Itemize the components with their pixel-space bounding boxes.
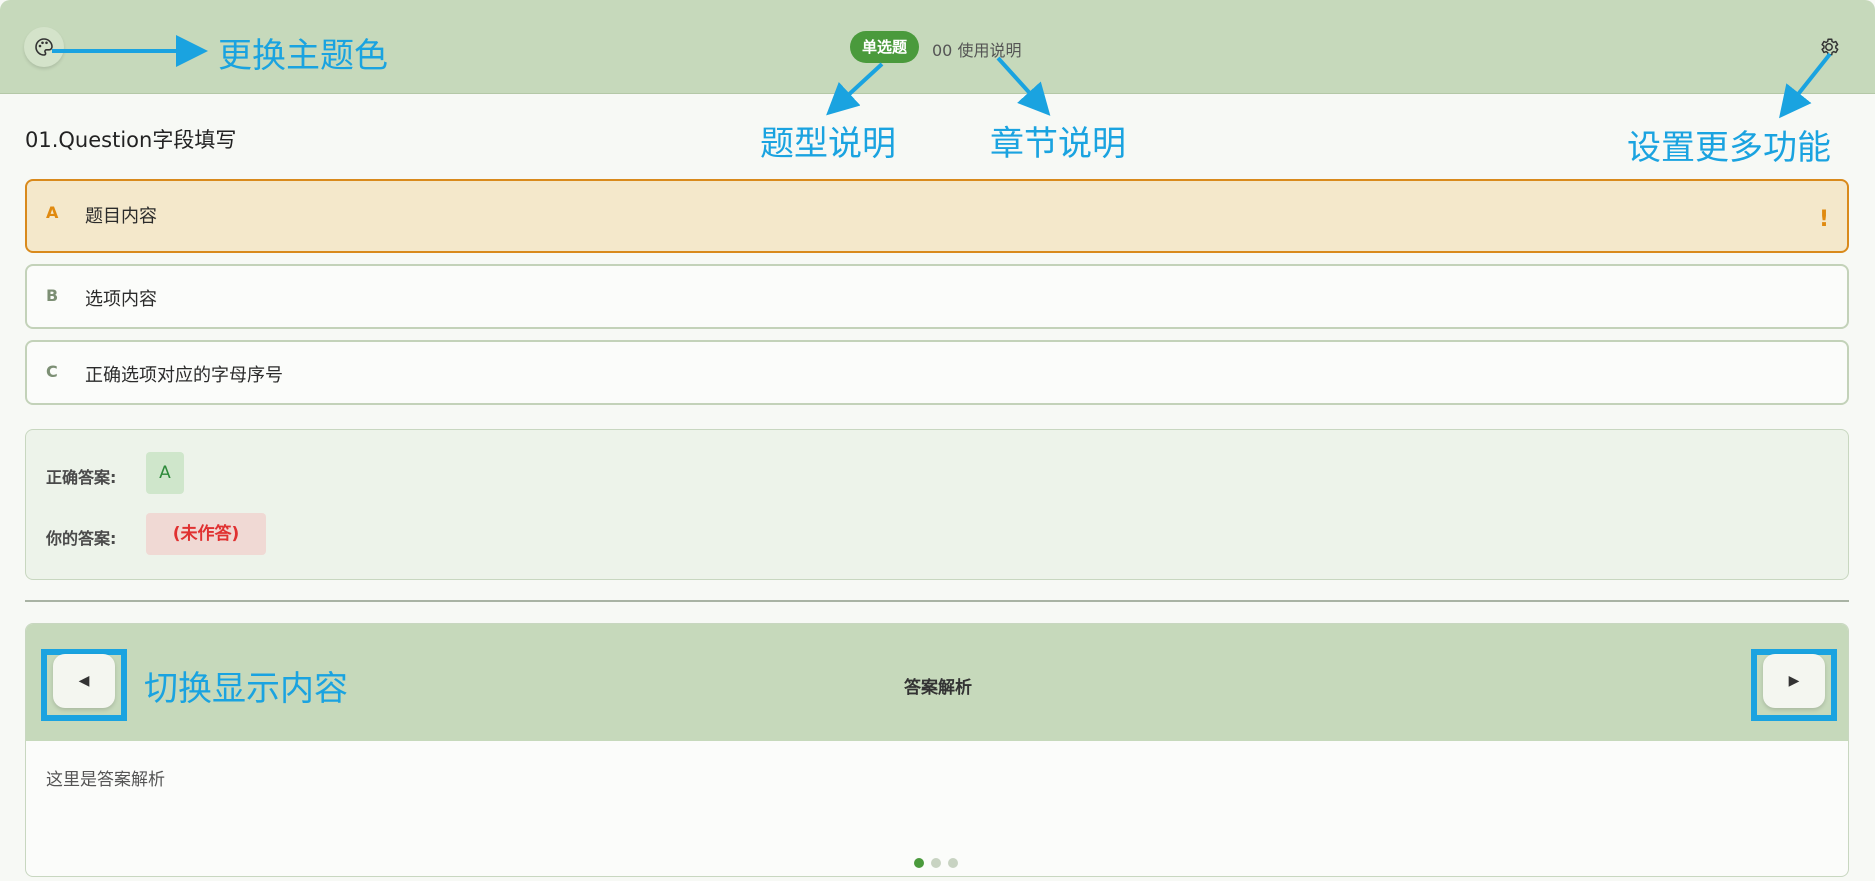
option-c[interactable]: C 正确选项对应的字母序号: [25, 340, 1849, 405]
next-button[interactable]: ▶: [1763, 654, 1825, 708]
panel-title: 答案解析: [904, 678, 972, 698]
option-letter: A: [46, 203, 59, 222]
settings-button[interactable]: [1809, 27, 1849, 67]
annotation-chapter: 章节说明: [990, 124, 1126, 164]
page-indicator: [914, 858, 958, 868]
your-answer-value: (未作答): [146, 513, 266, 555]
page-dot[interactable]: [931, 858, 941, 868]
palette-icon: [35, 38, 53, 56]
prev-button[interactable]: ◀: [53, 654, 115, 708]
option-text: 选项内容: [85, 289, 157, 310]
question-title: 01.Question字段填写: [25, 128, 237, 152]
annotation-settings: 设置更多功能: [1627, 128, 1831, 168]
chapter-label[interactable]: 00 使用说明: [932, 37, 1021, 61]
annotation-switch: 切换显示内容: [144, 669, 348, 709]
question-type-badge[interactable]: 单选题: [850, 31, 920, 63]
warning-icon: !: [1818, 207, 1829, 232]
your-answer-label: 你的答案:: [46, 529, 117, 548]
option-a[interactable]: A 题目内容 !: [25, 179, 1849, 253]
annotation-type: 题型说明: [760, 124, 896, 164]
option-letter: C: [46, 362, 58, 381]
option-text: 题目内容: [85, 206, 157, 227]
next-arrow-icon: ▶: [1788, 673, 1800, 689]
option-text: 正确选项对应的字母序号: [85, 365, 283, 386]
divider: [25, 600, 1849, 602]
annotation-theme: 更换主题色: [218, 36, 388, 76]
theme-button[interactable]: [24, 27, 64, 67]
page-dot[interactable]: [948, 858, 958, 868]
answer-summary: 正确答案: A 你的答案: (未作答): [25, 429, 1849, 580]
option-b[interactable]: B 选项内容: [25, 264, 1849, 329]
prev-arrow-icon: ◀: [78, 673, 90, 689]
explanation-text: 这里是答案解析: [46, 770, 165, 790]
correct-answer-label: 正确答案:: [46, 468, 117, 487]
page-dot[interactable]: [914, 858, 924, 868]
gear-icon: [1821, 38, 1839, 56]
option-letter: B: [46, 286, 59, 305]
correct-answer-value: A: [146, 452, 184, 494]
